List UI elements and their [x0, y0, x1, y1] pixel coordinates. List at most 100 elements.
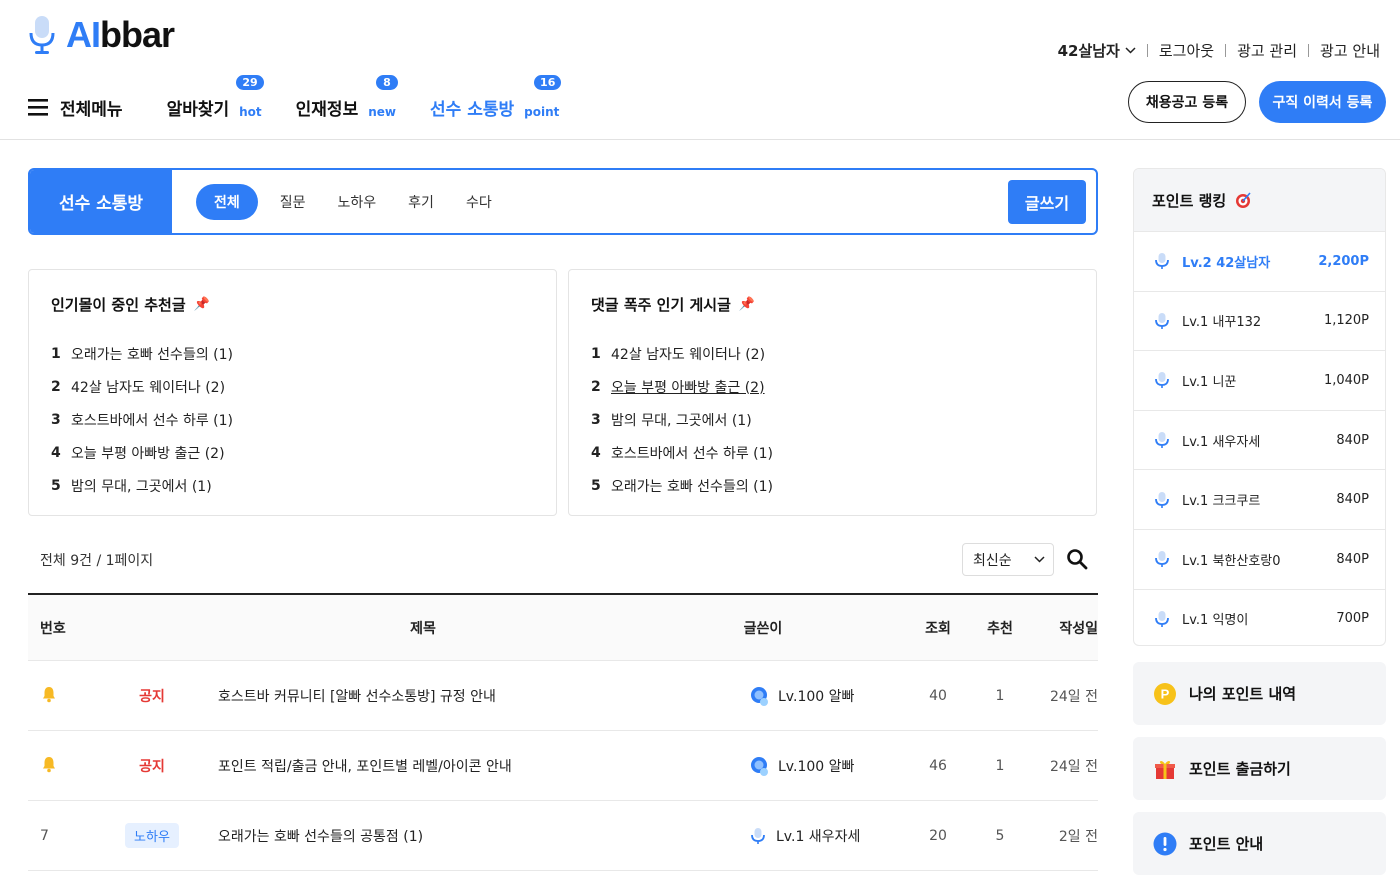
post-table: 번호 제목 글쓴이 조회 추천 작성일 공지 호스트바 커뮤니티 [알빠 선수소…	[28, 593, 1098, 871]
list-item[interactable]: 1 오래가는 호빠 선수들의 (1)	[51, 337, 534, 370]
ad-manage-link[interactable]: 광고 관리	[1237, 40, 1297, 61]
point-guide-card[interactable]: 포인트 안내	[1133, 812, 1386, 875]
user-name: 42살남자	[1057, 42, 1120, 60]
nav-talent-info[interactable]: 인재정보 new 8	[296, 75, 398, 120]
write-button[interactable]: 글쓰기	[1008, 179, 1086, 224]
ranking-name: Lv.1 북한산호랑0	[1182, 553, 1281, 569]
tab-review[interactable]: 후기	[408, 184, 434, 220]
search-icon[interactable]	[1066, 548, 1088, 570]
rank-number: 2	[51, 378, 61, 395]
ranking-name: Lv.2 42살남자	[1182, 255, 1271, 271]
microphone-logo-icon	[29, 16, 55, 54]
hot-comments-heading: 댓글 폭주 인기 게시글	[591, 296, 731, 314]
popular-posts-heading: 인기몰이 중인 추천글	[51, 296, 186, 314]
post-link[interactable]: 42살 남자도 웨이터나 (2)	[611, 344, 765, 364]
rank-number: 5	[51, 477, 61, 494]
category-badge: 노하우	[125, 823, 179, 848]
tab-knowhow[interactable]: 노하우	[338, 184, 377, 220]
ranking-title: 포인트 랭킹	[1152, 191, 1227, 210]
ranking-item[interactable]: Lv.1 내꾸132 1,120P	[1134, 290, 1385, 351]
hamburger-icon	[28, 99, 48, 116]
board-tab-bar: 선수 소통방 전체 질문 노하우 후기 수다 글쓰기	[28, 168, 1098, 235]
table-row[interactable]: 공지 호스트바 커뮤니티 [알빠 선수소통방] 규정 안내 Lv.100 알빠 …	[28, 661, 1098, 731]
list-item[interactable]: 5 오래가는 호빠 선수들의 (1)	[591, 469, 1074, 502]
all-menu-label: 전체메뉴	[60, 100, 123, 120]
list-item[interactable]: 4 호스트바에서 선수 하루 (1)	[591, 436, 1074, 469]
list-item[interactable]: 4 오늘 부평 아빠방 출근 (2)	[51, 436, 534, 469]
post-title[interactable]: 포인트 적립/출금 안내, 포인트별 레벨/아이콘 안내	[218, 756, 748, 776]
hot-comments-title: 댓글 폭주 인기 게시글 📌	[591, 294, 1074, 315]
ad-info-link[interactable]: 광고 안내	[1320, 40, 1380, 61]
microphone-level-icon	[748, 826, 768, 846]
sort-value: 최신순	[973, 552, 1012, 569]
hot-comments-list: 1 42살 남자도 웨이터나 (2) 2 오늘 부평 아빠방 출근 (2) 3 밤의 …	[591, 337, 1074, 502]
all-menu-button[interactable]: 전체메뉴	[28, 95, 123, 120]
post-link[interactable]: 호스트바에서 선수 하루 (1)	[71, 410, 233, 430]
nav-count-badge: 16	[534, 75, 562, 90]
sort-select[interactable]: 최신순	[962, 543, 1054, 576]
list-item[interactable]: 1 42살 남자도 웨이터나 (2)	[591, 337, 1074, 370]
post-link[interactable]: 호스트바에서 선수 하루 (1)	[611, 443, 773, 463]
post-title[interactable]: 오래가는 호빠 선수들의 공통점 (1)	[218, 826, 748, 846]
list-item[interactable]: 3 밤의 무대, 그곳에서 (1)	[591, 403, 1074, 436]
ranking-item[interactable]: Lv.1 새우자세 840P	[1134, 409, 1385, 470]
author[interactable]: Lv.100 알빠	[748, 685, 898, 707]
resume-register-button[interactable]: 구직 이력서 등록	[1259, 81, 1386, 123]
post-title[interactable]: 호스트바 커뮤니티 [알빠 선수소통방] 규정 안내	[218, 686, 748, 706]
rank-number: 1	[591, 345, 601, 362]
rank-number: 3	[51, 411, 61, 428]
rank-number: 1	[51, 345, 61, 362]
logout-link[interactable]: 로그아웃	[1159, 40, 1214, 61]
post-link[interactable]: 밤의 무대, 그곳에서 (1)	[71, 476, 212, 496]
list-item[interactable]: 2 오늘 부평 아빠방 출근 (2)	[591, 370, 1074, 403]
rank-number: 2	[591, 378, 601, 395]
my-points-card[interactable]: P 나의 포인트 내역	[1133, 662, 1386, 725]
list-item[interactable]: 5 밤의 무대, 그곳에서 (1)	[51, 469, 534, 502]
logo-text-rest: bbar	[100, 14, 175, 55]
tab-all[interactable]: 전체	[196, 183, 258, 220]
job-post-button[interactable]: 채용공고 등록	[1128, 81, 1246, 123]
notice-label: 공지	[139, 688, 165, 705]
list-item[interactable]: 3 호스트바에서 선수 하루 (1)	[51, 403, 534, 436]
nav-player-community[interactable]: 선수 소통방 point 16	[430, 75, 562, 120]
date: 2일 전	[1058, 828, 1098, 845]
ranking-item[interactable]: Lv.1 크크쿠르 840P	[1134, 469, 1385, 529]
ranking-item[interactable]: Lv.2 42살남자 2,200P	[1134, 231, 1385, 291]
date: 24일 전	[1049, 688, 1098, 705]
ranking-item[interactable]: Lv.1 익명이 700P	[1134, 588, 1385, 645]
user-menu[interactable]: 42살남자	[1058, 40, 1136, 61]
rank-number: 4	[51, 444, 61, 461]
author-name: Lv.100 알빠	[778, 688, 855, 705]
chevron-down-icon	[1034, 556, 1045, 563]
post-link[interactable]: 밤의 무대, 그곳에서 (1)	[611, 410, 752, 430]
ranking-points: 840P	[1336, 492, 1369, 508]
point-guide-label: 포인트 안내	[1189, 835, 1264, 853]
nav-label: 선수 소통방	[430, 100, 515, 120]
ranking-item[interactable]: Lv.1 북한산호랑0 840P	[1134, 528, 1385, 589]
tab-chat[interactable]: 수다	[466, 184, 492, 220]
category: 공지	[86, 756, 218, 776]
bell-icon	[28, 755, 86, 777]
post-link[interactable]: 42살 남자도 웨이터나 (2)	[71, 377, 225, 397]
post-link[interactable]: 오늘 부평 아빠방 출근 (2)	[71, 443, 225, 463]
nav-job-search[interactable]: 알바찾기 hot 29	[167, 75, 264, 120]
withdraw-label: 포인트 출금하기	[1189, 760, 1291, 778]
nav-count-badge: 29	[236, 75, 264, 90]
table-row[interactable]: 공지 포인트 적립/출금 안내, 포인트별 레벨/아이콘 안내 Lv.100 알…	[28, 731, 1098, 801]
withdraw-points-card[interactable]: 포인트 출금하기	[1133, 737, 1386, 800]
author[interactable]: Lv.1 새우자세	[748, 826, 898, 846]
logo[interactable]: AIbbar	[28, 14, 175, 56]
header-title: 제목	[410, 620, 436, 637]
tab-question[interactable]: 질문	[280, 184, 306, 220]
main-nav: 전체메뉴 알바찾기 hot 29 인재정보 new 8 선수 소통방 point…	[28, 75, 593, 120]
author[interactable]: Lv.100 알빠	[748, 755, 898, 777]
post-link[interactable]: 오래가는 호빠 선수들의 (1)	[611, 476, 773, 496]
post-link[interactable]: 오래가는 호빠 선수들의 (1)	[71, 344, 233, 364]
level-badge-icon	[748, 755, 770, 777]
list-item[interactable]: 2 42살 남자도 웨이터나 (2)	[51, 370, 534, 403]
logo-text: AIbbar	[66, 14, 175, 56]
likes: 1	[995, 687, 1005, 704]
post-link[interactable]: 오늘 부평 아빠방 출근 (2)	[611, 377, 765, 397]
ranking-item[interactable]: Lv.1 니꾼 1,040P	[1134, 350, 1385, 410]
table-row[interactable]: 7 노하우 오래가는 호빠 선수들의 공통점 (1) Lv.1 새우자세 20 …	[28, 801, 1098, 871]
